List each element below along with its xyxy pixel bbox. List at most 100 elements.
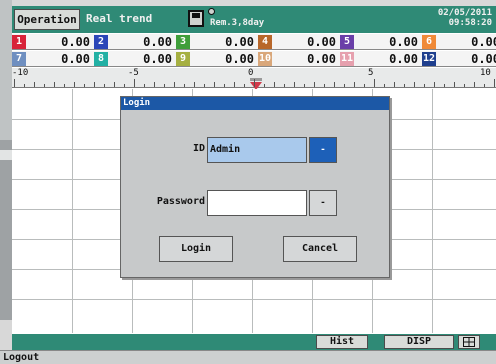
recorder-screen: Operation Real trend Rem.3,8day 02/05/20… (12, 6, 496, 350)
hist-button[interactable]: Hist (316, 335, 368, 349)
grid-line-vertical (72, 89, 73, 333)
scale-tick (154, 82, 155, 87)
channel-value: 0.00 (225, 52, 254, 66)
memory-remaining: Rem.3,8day (210, 18, 265, 28)
scale-tick (174, 82, 175, 87)
login-dialog-title: Login (121, 97, 389, 110)
scale-tick (104, 84, 105, 87)
channel-cell: 120.00 (422, 51, 496, 67)
scale-tick (214, 82, 215, 87)
scale-tick (464, 84, 465, 87)
channel-value: 0.00 (307, 52, 336, 66)
channel-row-1: 10.0020.0030.0040.0050.0060.00 (12, 34, 496, 50)
scale-tick (44, 84, 45, 87)
id-dropdown-button[interactable]: - (309, 137, 337, 163)
channel-number: 12 (422, 52, 436, 66)
scale-tick (264, 84, 265, 87)
channel-row-2: 70.0080.0090.00100.00110.00120.00 (12, 51, 496, 67)
channel-number: 2 (94, 35, 108, 49)
scale-tick (194, 82, 195, 87)
disp-button[interactable]: DISP (384, 335, 454, 349)
scale-tick (354, 82, 355, 87)
device-bezel-highlight (0, 150, 12, 160)
operation-button[interactable]: Operation (14, 9, 80, 30)
id-field[interactable]: Admin (207, 137, 307, 163)
scale-tick (84, 84, 85, 87)
scale-tick (114, 82, 115, 87)
channel-number: 10 (258, 52, 272, 66)
channel-cell: 10 0.00 (258, 51, 340, 67)
scale-tick (94, 82, 95, 87)
scale-tick (64, 84, 65, 87)
scale-tick (424, 84, 425, 87)
channel-cell: 4 0.00 (258, 34, 340, 50)
logout-status[interactable]: Logout (3, 351, 39, 364)
scale-tick (204, 84, 205, 87)
scale-tick (494, 79, 495, 87)
channel-number: 6 (422, 35, 436, 49)
scale-tick (184, 84, 185, 87)
scale-tick (404, 84, 405, 87)
channel-value: 0.00 (389, 52, 418, 66)
scale-tick (414, 82, 415, 87)
time-text: 09:58:20 (448, 18, 492, 28)
grid-icon[interactable] (458, 335, 480, 349)
memory-card-icon (188, 10, 204, 27)
scale-tick (484, 84, 485, 87)
password-field[interactable] (207, 190, 307, 216)
grid-line-horizontal (12, 299, 496, 300)
channel-value: 0.00 (143, 35, 172, 49)
login-button[interactable]: Login (159, 236, 233, 262)
device-bezel (0, 0, 12, 140)
scale-tick (164, 84, 165, 87)
scale-tick (224, 84, 225, 87)
date-time: 02/05/2011 09:58:20 (438, 8, 492, 28)
scale-tick (244, 84, 245, 87)
scale-tick (24, 84, 25, 87)
scale-tick (374, 79, 375, 87)
memory-status-icon (208, 8, 215, 15)
scale-tick (444, 84, 445, 87)
channel-cell: 3 0.00 (176, 34, 258, 50)
scale-tick (434, 82, 435, 87)
channel-value: 0.00 (61, 35, 90, 49)
scale-tick (324, 84, 325, 87)
password-dropdown-button[interactable]: - (309, 190, 337, 216)
channel-number: 3 (176, 35, 190, 49)
screen-title: Real trend (86, 12, 153, 25)
bottom-bar: Hist DISP (12, 334, 496, 350)
channel-cell: 1 0.00 (12, 34, 94, 50)
channel-cell: 9 0.00 (176, 51, 258, 67)
channel-value: 0.00 (225, 35, 254, 49)
channel-cell: 11 0.00 (340, 51, 422, 67)
scale-label: 10 (480, 68, 491, 78)
channel-number: 7 (12, 52, 26, 66)
cancel-button[interactable]: Cancel (283, 236, 357, 262)
scale-tick (274, 82, 275, 87)
channel-cell: 60.00 (422, 34, 496, 50)
channel-value: 0.00 (471, 35, 496, 49)
scale-label: 5 (368, 68, 374, 78)
id-label: ID (192, 143, 205, 154)
channel-number: 8 (94, 52, 108, 66)
channel-cell: 8 0.00 (94, 51, 176, 67)
scale-tick (144, 84, 145, 87)
channel-number: 5 (340, 35, 354, 49)
scale-tick (14, 79, 15, 87)
channel-number: 9 (176, 52, 190, 66)
scale-tick (284, 84, 285, 87)
grid-line-vertical (432, 89, 433, 333)
channel-number: 4 (258, 35, 272, 49)
scale-tick (384, 84, 385, 87)
scale-tick (74, 82, 75, 87)
scale-label: -5 (128, 68, 139, 78)
scale-tick (124, 84, 125, 87)
login-dialog: Login ID Admin - Password - Login Cancel (120, 96, 390, 278)
channel-cell: 7 0.00 (12, 51, 94, 67)
password-label: Password (156, 196, 205, 207)
top-bar: Operation Real trend Rem.3,8day 02/05/20… (12, 6, 496, 33)
scale-tick (454, 82, 455, 87)
status-bar: Logout (0, 350, 496, 364)
scale-tick (34, 82, 35, 87)
channel-value: 0.00 (471, 52, 496, 66)
